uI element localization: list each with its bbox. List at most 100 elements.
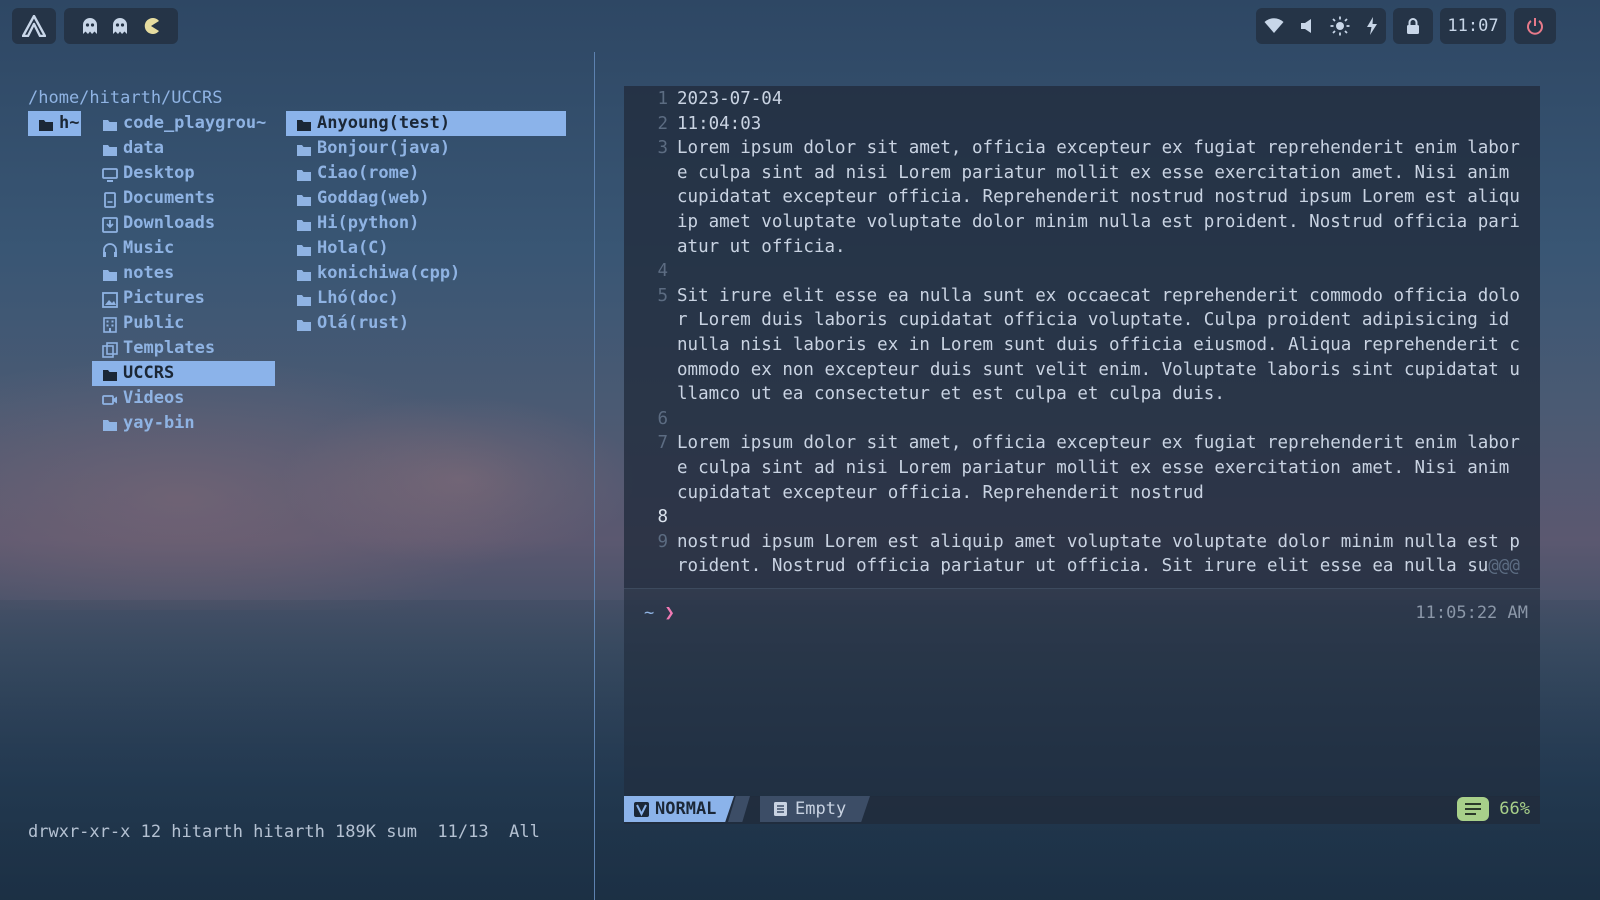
dir-item-label: notes: [123, 263, 175, 283]
editor-line[interactable]: cupidatat excepteur officia. Reprehender…: [624, 185, 1540, 210]
editor-pane[interactable]: 1 2023-07-04 2 11:04:03 3 Lorem ipsum dolor s…: [624, 86, 1540, 589]
line-text: roident. Nostrud officia pariatur ut off…: [677, 556, 1520, 577]
dir-item[interactable]: Pictures: [92, 286, 275, 311]
line-text: Lorem ipsum dolor sit amet, officia exce…: [677, 138, 1520, 159]
preview-dir-item-label: Bonjour(java): [317, 138, 451, 158]
mode-indicator: NORMAL: [624, 796, 734, 822]
editor-line[interactable]: 1 2023-07-04: [624, 87, 1540, 112]
editor-line[interactable]: 5 Sit irure elit esse ea nulla sunt ex oc…: [624, 284, 1540, 309]
dir-item-label: code_playgrou~: [123, 113, 267, 133]
workspace-ghost-icon[interactable]: [82, 17, 98, 35]
lock-button[interactable]: [1393, 8, 1433, 44]
scroll-indicator: All: [509, 822, 540, 842]
brightness-icon[interactable]: [1330, 16, 1350, 36]
power-button[interactable]: [1514, 8, 1556, 44]
preview-dir-item-label: Hi(python): [317, 213, 420, 233]
folder-icon: [296, 291, 312, 307]
dir-item-label: Videos: [123, 388, 185, 408]
line-text: e culpa sint ad nisi Lorem pariatur moll…: [677, 457, 1510, 478]
editor-line[interactable]: 2 11:04:03: [624, 112, 1540, 137]
parent-dir-item[interactable]: h~: [28, 111, 81, 136]
editor-line[interactable]: 6: [624, 407, 1540, 432]
dir-item[interactable]: yay-bin: [92, 411, 275, 436]
clock-time: 11:07: [1447, 16, 1499, 36]
preview-dir-item[interactable]: Bonjour(java): [286, 136, 566, 161]
workspace-pacman-icon[interactable]: [142, 17, 160, 35]
editor-line[interactable]: roident. Nostrud officia pariatur ut off…: [624, 554, 1540, 579]
editor-line[interactable]: 3 Lorem ipsum dolor sit amet, officia exc…: [624, 136, 1540, 161]
editor-line[interactable]: e culpa sint ad nisi Lorem pariatur moll…: [624, 456, 1540, 481]
preview-dir-item[interactable]: Hola(C): [286, 236, 566, 261]
dir-item[interactable]: data: [92, 136, 275, 161]
dir-item[interactable]: notes: [92, 261, 275, 286]
terminal-pane[interactable]: ~ ❯ 11:05:22 AM: [624, 588, 1540, 797]
folder-icon: [296, 216, 312, 232]
preview-dir-item[interactable]: Olá(rust): [286, 311, 566, 336]
dir-item[interactable]: UCCRS: [92, 361, 275, 386]
preview-dir-item-label: Olá(rust): [317, 313, 410, 333]
folder-icon: [296, 191, 312, 207]
template-icon: [102, 341, 118, 358]
preview-dir-item[interactable]: Ciao(rome): [286, 161, 566, 186]
editor-line[interactable]: nulla nisi laboris ex in Lorem sunt duis…: [624, 333, 1540, 358]
dir-item[interactable]: Desktop: [92, 161, 275, 186]
scroll-percent: 66%: [1457, 796, 1530, 822]
editor-line[interactable]: ommodo ex non excepteur duis sunt velit …: [624, 358, 1540, 383]
line-text: nulla nisi laboris ex in Lorem sunt duis…: [677, 334, 1520, 355]
line-text: ommodo ex non excepteur duis sunt velit …: [677, 359, 1520, 380]
wifi-icon[interactable]: [1264, 18, 1284, 34]
dir-item-label: Pictures: [123, 288, 205, 308]
file-position: 11/13: [437, 822, 489, 842]
line-number: 8: [657, 507, 668, 528]
preview-dir-item[interactable]: Lhó(doc): [286, 286, 566, 311]
preview-dir-item-label: Anyoung(test): [317, 113, 451, 133]
folder-icon: [102, 416, 118, 432]
editor-line[interactable]: ip amet voluptate voluptate dolor minim …: [624, 210, 1540, 235]
dir-item[interactable]: Downloads: [92, 211, 275, 236]
battery-charging-icon[interactable]: [1366, 17, 1378, 35]
editor-line[interactable]: r Lorem duis laboris cupidatat officia v…: [624, 308, 1540, 333]
preview-dir-item[interactable]: Anyoung(test): [286, 111, 566, 136]
line-text: r Lorem duis laboris cupidatat officia v…: [677, 310, 1510, 331]
prompt-symbol: ❯: [664, 603, 675, 623]
line-number: 9: [657, 531, 668, 552]
dir-item-label: yay-bin: [123, 413, 195, 433]
editor-line[interactable]: cupidatat excepteur officia. Reprehender…: [624, 481, 1540, 506]
preview-dir-item[interactable]: Hi(python): [286, 211, 566, 236]
line-number: 1: [657, 89, 668, 109]
launcher-button[interactable]: [12, 8, 56, 44]
dir-item[interactable]: Music: [92, 236, 275, 261]
dir-item-label: Music: [123, 238, 175, 258]
pane-divider[interactable]: [594, 52, 595, 900]
preview-dir-item[interactable]: konichiwa(cpp): [286, 261, 566, 286]
editor-line[interactable]: 9 nostrud ipsum Lorem est aliquip amet vo…: [624, 530, 1540, 555]
editor-line[interactable]: 8: [624, 505, 1540, 530]
system-tray: [1256, 8, 1386, 44]
building-icon: [102, 316, 118, 333]
line-text: llamco ut ea consectetur et est culpa et…: [677, 384, 1225, 405]
dir-item[interactable]: Public: [92, 311, 275, 336]
editor-line[interactable]: 7 Lorem ipsum dolor sit amet, officia exc…: [624, 431, 1540, 456]
folder-icon: [102, 266, 118, 282]
editor-line[interactable]: e culpa sint ad nisi Lorem pariatur moll…: [624, 161, 1540, 186]
workspace-ghost-icon[interactable]: [112, 17, 128, 35]
folder-icon: [296, 141, 312, 157]
parent-column: h~: [28, 111, 81, 136]
dir-item[interactable]: Videos: [92, 386, 275, 411]
editor-line[interactable]: 4: [624, 259, 1540, 284]
editor-line[interactable]: llamco ut ea consectetur et est culpa et…: [624, 382, 1540, 407]
dir-item-label: UCCRS: [123, 363, 175, 383]
dir-item[interactable]: Templates: [92, 336, 275, 361]
folder-icon: [102, 366, 118, 382]
dir-item[interactable]: Documents: [92, 186, 275, 211]
editor-line[interactable]: atur ut officia.: [624, 235, 1540, 260]
dir-item[interactable]: code_playgrou~: [92, 111, 275, 136]
folder-icon: [102, 116, 118, 132]
line-number: 3: [657, 138, 668, 159]
clock-widget[interactable]: 11:07: [1440, 8, 1506, 44]
volume-icon[interactable]: [1300, 18, 1314, 34]
preview-dir-item[interactable]: Goddag(web): [286, 186, 566, 211]
folder-icon: [38, 116, 54, 132]
line-text: e culpa sint ad nisi Lorem pariatur moll…: [677, 162, 1510, 183]
current-column: code_playgrou~data Desktop Documents Downlo…: [92, 111, 275, 436]
